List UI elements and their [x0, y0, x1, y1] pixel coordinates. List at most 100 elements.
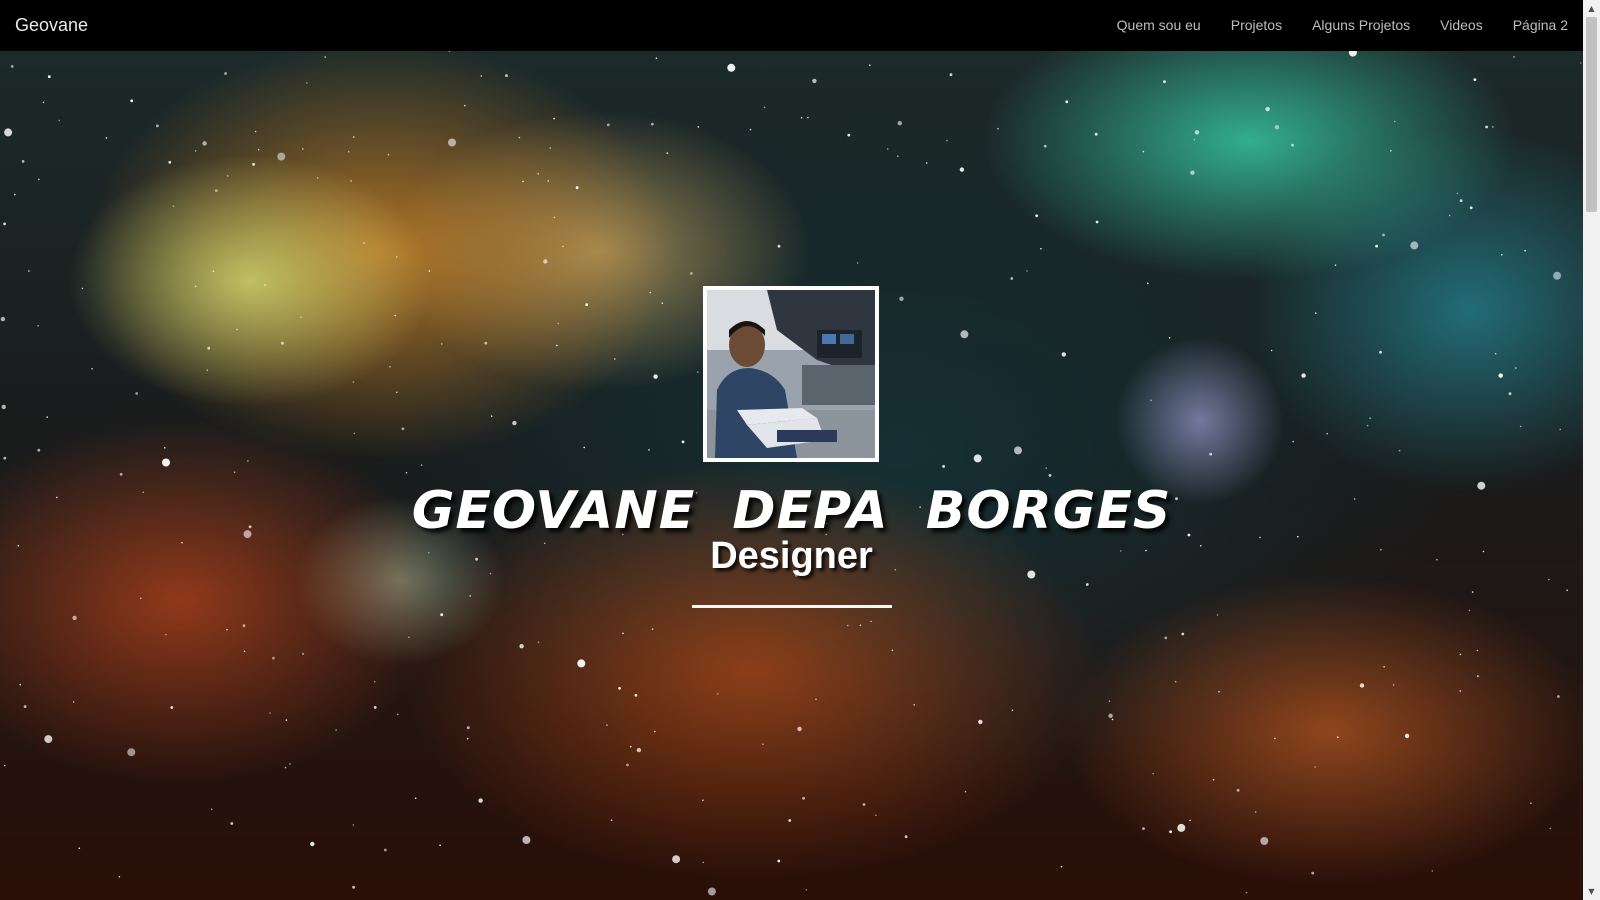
star [10, 65, 14, 68]
star [869, 64, 871, 66]
star [702, 799, 704, 801]
star [414, 797, 417, 799]
star [648, 449, 650, 451]
star [763, 106, 766, 109]
star [651, 628, 654, 630]
star [978, 719, 983, 725]
star [242, 624, 246, 628]
star [1218, 691, 1220, 693]
nav-link-quem-sou-eu[interactable]: Quem sou eu [1102, 0, 1216, 51]
brand-link[interactable]: Geovane [15, 15, 88, 36]
star [1169, 830, 1172, 834]
star [1515, 367, 1517, 369]
star [1212, 779, 1215, 781]
star [3, 764, 6, 767]
star [1045, 467, 1047, 469]
star [14, 193, 16, 196]
star [862, 803, 866, 806]
star [1485, 125, 1488, 129]
star [697, 126, 700, 128]
star [1459, 690, 1461, 692]
star [649, 291, 652, 294]
star [812, 78, 817, 84]
chevron-up-icon[interactable]: ▲ [1583, 0, 1600, 17]
star [389, 366, 391, 368]
star [373, 681, 376, 683]
star [1459, 653, 1462, 656]
star [130, 99, 134, 103]
star [264, 284, 266, 286]
star [1315, 312, 1317, 314]
star [1359, 683, 1365, 688]
page: Geovane Quem sou eu Projetos Alguns Proj… [0, 0, 1600, 900]
star [464, 104, 466, 107]
star [913, 704, 915, 706]
star [383, 848, 387, 852]
nav-link-projetos[interactable]: Projetos [1216, 0, 1297, 51]
star [689, 272, 693, 275]
star [214, 189, 218, 193]
star [285, 719, 288, 721]
star [800, 116, 803, 119]
star [1459, 199, 1463, 203]
star [606, 123, 610, 127]
star [653, 730, 656, 733]
star [1549, 827, 1552, 830]
star [788, 819, 792, 822]
star [964, 790, 967, 793]
star [717, 693, 719, 695]
star [557, 322, 560, 325]
star [512, 420, 517, 426]
star [1471, 591, 1474, 593]
star [553, 216, 556, 219]
star [960, 330, 969, 339]
star [156, 124, 159, 128]
star [1164, 636, 1168, 640]
star [1061, 352, 1067, 357]
vertical-scrollbar[interactable]: ▲ ▼ [1583, 0, 1600, 900]
star [1177, 823, 1186, 832]
star [1548, 578, 1550, 581]
star [575, 186, 579, 190]
star [469, 595, 472, 597]
scrollbar-thumb[interactable] [1586, 17, 1597, 212]
star [91, 367, 93, 370]
star [610, 819, 613, 821]
star [1476, 649, 1479, 652]
star [1559, 428, 1561, 431]
star [1168, 337, 1171, 339]
star [1142, 150, 1145, 153]
star [272, 656, 275, 660]
star [1383, 666, 1385, 668]
chevron-down-icon[interactable]: ▼ [1583, 883, 1600, 900]
star [21, 160, 25, 163]
star [226, 628, 228, 631]
star [859, 624, 862, 627]
star [1530, 802, 1532, 804]
star [243, 650, 246, 653]
star [140, 597, 142, 600]
star [212, 270, 215, 273]
star [72, 701, 75, 703]
star [440, 343, 443, 345]
star [3, 456, 7, 460]
star [1265, 106, 1270, 112]
star [681, 440, 685, 444]
star [1566, 589, 1568, 592]
star [847, 133, 851, 137]
star [420, 464, 423, 466]
star [352, 381, 355, 383]
star [856, 262, 859, 264]
star [522, 180, 524, 183]
nav-link-alguns-projetos[interactable]: Alguns Projetos [1297, 0, 1425, 51]
star [252, 163, 256, 166]
star [28, 270, 30, 272]
nav-link-videos[interactable]: Videos [1425, 0, 1498, 51]
nav-link-pagina-2[interactable]: Página 2 [1498, 0, 1568, 51]
star [127, 748, 136, 757]
star [697, 371, 699, 373]
star [466, 737, 469, 740]
star [1326, 432, 1328, 435]
star [1216, 614, 1219, 616]
star [478, 798, 483, 803]
